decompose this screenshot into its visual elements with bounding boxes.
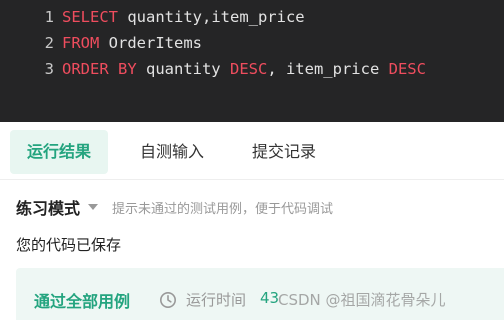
result-panel: 通过全部用例 运行时间 43 CSDN @祖国滴花骨朵儿 [16, 268, 504, 320]
tab-self-test[interactable]: 自测输入 [124, 130, 220, 174]
sql-identifier: , item_price [267, 60, 389, 78]
line-number: 3 [44, 60, 54, 78]
code-editor[interactable]: 1 SELECT quantity,item_price 2 FROM OrderIt… [0, 0, 504, 122]
code-line[interactable]: 3 ORDER BY quantity DESC, item_price DESC [0, 56, 504, 82]
saved-status: 您的代码已保存 [16, 236, 122, 254]
sql-keyword: DESC [229, 60, 268, 78]
pass-status: 通过全部用例 [34, 292, 131, 311]
result-tabs: 运行结果 自测输入 提交记录 [0, 122, 504, 180]
sql-identifier: quantity,item_price [118, 8, 305, 26]
line-number: 1 [44, 8, 54, 26]
clock-icon [160, 292, 176, 308]
tab-run-results[interactable]: 运行结果 [10, 130, 108, 174]
code-line[interactable]: 1 SELECT quantity,item_price [0, 4, 504, 30]
tab-submissions[interactable]: 提交记录 [236, 130, 332, 174]
code-line[interactable]: 2 FROM OrderItems [0, 30, 504, 56]
sql-identifier: OrderItems [99, 34, 202, 52]
sql-keyword: ORDER BY [62, 60, 137, 78]
sql-identifier: quantity [136, 60, 230, 78]
mode-label[interactable]: 练习模式 [16, 195, 80, 219]
sql-keyword: FROM [62, 34, 100, 52]
runtime-label: 运行时间 [186, 291, 247, 309]
sql-keyword: DESC [388, 60, 426, 78]
mode-selector[interactable]: 练习模式 提示未通过的测试用例，便于代码调试 [16, 194, 333, 220]
mode-hint: 提示未通过的测试用例，便于代码调试 [112, 201, 334, 217]
runtime-value: 43 [260, 289, 280, 307]
watermark-text: CSDN @祖国滴花骨朵儿 [278, 291, 446, 309]
caret-down-icon[interactable] [88, 204, 99, 210]
sql-keyword: SELECT [62, 8, 118, 26]
line-number: 2 [44, 34, 54, 52]
